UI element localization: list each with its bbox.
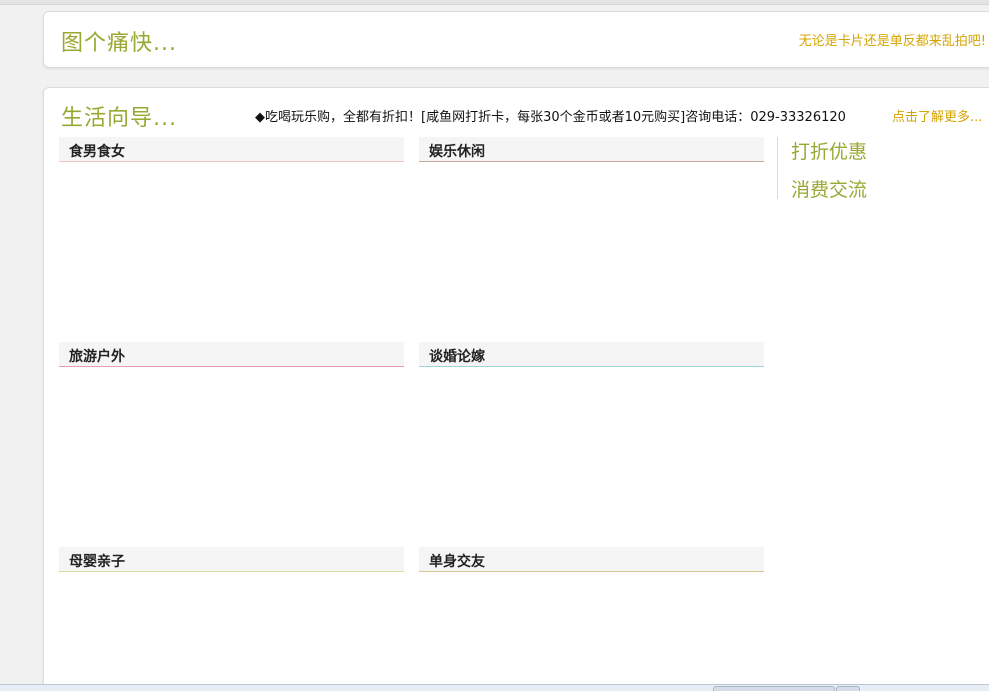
guide-title: 生活向导... <box>61 106 177 131</box>
category-singles[interactable]: 单身交友 <box>419 547 764 572</box>
header-card: 图个痛快... 无论是卡片还是单反都来乱拍吧! <box>43 11 989 68</box>
category-label: 谈婚论嫁 <box>429 349 485 365</box>
learn-more-link[interactable]: 点击了解更多... <box>892 106 982 125</box>
category-label: 食男食女 <box>69 144 125 160</box>
taskbar-button[interactable] <box>836 686 860 691</box>
page: 图个痛快... 无论是卡片还是单反都来乱拍吧! 生活向导... ◆吃喝玩乐购，全… <box>0 0 989 691</box>
side-link-discount[interactable]: 打折优惠 <box>791 137 867 164</box>
header-title: 图个痛快... <box>61 31 177 56</box>
category-label: 母婴亲子 <box>69 554 125 570</box>
taskbar-tray[interactable] <box>713 686 835 691</box>
bottom-taskbar <box>0 684 989 691</box>
category-label: 旅游户外 <box>69 349 125 365</box>
category-wedding[interactable]: 谈婚论嫁 <box>419 342 764 367</box>
side-link-consumer-exchange[interactable]: 消费交流 <box>791 175 867 202</box>
category-entertainment[interactable]: 娱乐休闲 <box>419 137 764 162</box>
category-label: 单身交友 <box>429 554 485 570</box>
top-divider <box>0 0 989 5</box>
category-label: 娱乐休闲 <box>429 144 485 160</box>
side-links-panel: 打折优惠 消费交流 <box>777 137 898 202</box>
header-slogan: 无论是卡片还是单反都来乱拍吧! <box>798 34 986 49</box>
category-food[interactable]: 食男食女 <box>59 137 404 162</box>
category-parenting[interactable]: 母婴亲子 <box>59 547 404 572</box>
category-travel[interactable]: 旅游户外 <box>59 342 404 367</box>
discount-notice: ◆吃喝玩乐购，全都有折扣！[咸鱼网打折卡，每张30个金币或者10元购买]咨询电话… <box>255 110 846 125</box>
guide-card: 生活向导... ◆吃喝玩乐购，全都有折扣！[咸鱼网打折卡，每张30个金币或者10… <box>43 87 989 691</box>
